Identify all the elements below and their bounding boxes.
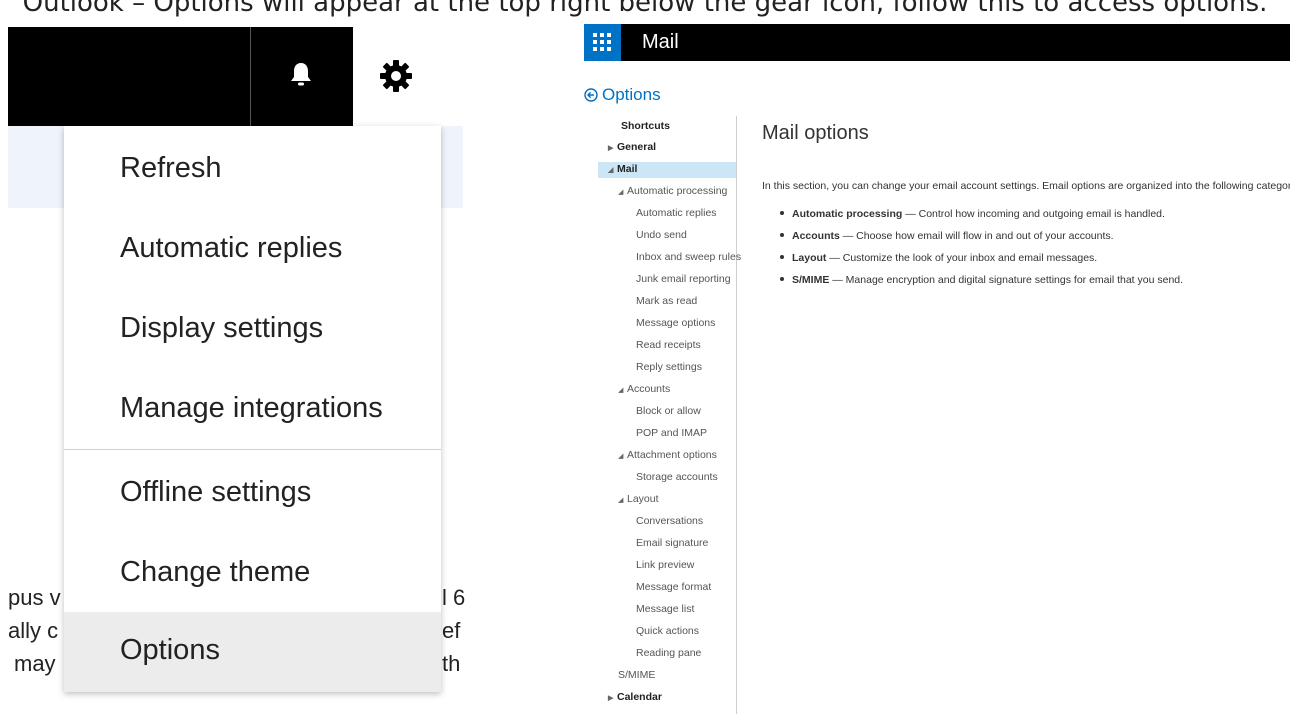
nav-item-junk-email-reporting[interactable]: Junk email reporting xyxy=(636,272,731,286)
menu-item-label: Automatic replies xyxy=(120,232,343,264)
nav-item-quick-actions[interactable]: Quick actions xyxy=(636,624,699,638)
nav-item-read-receipts[interactable]: Read receipts xyxy=(636,338,701,352)
settings-menu-panel: pus v ally c may l 6 ef th Refresh Autom… xyxy=(0,0,470,714)
menu-item-label: Manage integrations xyxy=(120,392,383,424)
menu-item-manage-integrations[interactable]: Manage integrations xyxy=(64,370,441,450)
menu-item-label: Display settings xyxy=(120,312,324,344)
menu-item-label: Offline settings xyxy=(120,476,312,508)
collapse-arrow-icon: ◢ xyxy=(618,453,624,460)
page-title: Mail options xyxy=(762,122,869,144)
intro-text: In this section, you can change your ema… xyxy=(762,180,1290,192)
nav-item-reply-settings[interactable]: Reply settings xyxy=(636,360,702,374)
nav-item-smime[interactable]: S/MIME xyxy=(618,668,655,682)
menu-item-label: Refresh xyxy=(120,152,222,184)
category-bullet: Automatic processing — Control how incom… xyxy=(780,208,1165,220)
nav-item-email-signature[interactable]: Email signature xyxy=(636,536,708,550)
category-bullet: Accounts — Choose how email will flow in… xyxy=(780,230,1114,242)
menu-item-automatic-replies[interactable]: Automatic replies xyxy=(64,210,441,290)
collapse-arrow-icon: ◢ xyxy=(618,387,624,394)
nav-item-message-options[interactable]: Message options xyxy=(636,316,715,330)
nav-item-pop-imap[interactable]: POP and IMAP xyxy=(636,426,707,440)
collapse-arrow-icon: ◢ xyxy=(618,189,624,196)
back-arrow-icon xyxy=(584,87,598,107)
background-text: pus v xyxy=(8,585,61,610)
nav-item-general[interactable]: ▶ General xyxy=(608,140,656,156)
menu-divider xyxy=(64,449,441,450)
mail-options-panel: Mail Options Shortcuts ▶ General ◢ Mail ◢ A… xyxy=(572,0,1290,714)
nav-item-storage-accounts[interactable]: Storage accounts xyxy=(636,470,718,484)
nav-item-inbox-sweep-rules[interactable]: Inbox and sweep rules xyxy=(636,250,741,264)
app-header: Mail xyxy=(584,24,1290,61)
nav-item-accounts[interactable]: ◢ Accounts xyxy=(618,382,670,398)
top-bar-divider xyxy=(250,27,251,126)
nav-item-attachment-options[interactable]: ◢ Attachment options xyxy=(618,448,717,464)
category-bullet: Layout — Customize the look of your inbo… xyxy=(780,252,1097,264)
menu-item-label: Options xyxy=(120,634,220,666)
collapse-arrow-icon: ◢ xyxy=(618,497,624,504)
menu-item-display-settings[interactable]: Display settings xyxy=(64,290,441,370)
menu-item-refresh[interactable]: Refresh xyxy=(64,130,441,210)
nav-item-automatic-processing[interactable]: ◢ Automatic processing xyxy=(618,184,727,200)
settings-dropdown-menu: Refresh Automatic replies Display settin… xyxy=(64,126,441,692)
menu-item-options[interactable]: Options xyxy=(64,612,441,692)
expand-arrow-icon: ▶ xyxy=(608,145,614,152)
app-title: Mail xyxy=(642,31,679,53)
background-text: ally c xyxy=(8,618,59,643)
options-navigation: Shortcuts ▶ General ◢ Mail ◢ Automatic proc… xyxy=(584,116,741,714)
background-text: l 6 xyxy=(442,585,466,610)
nav-item-conversations[interactable]: Conversations xyxy=(636,514,703,528)
nav-item-automatic-replies[interactable]: Automatic replies xyxy=(636,206,717,220)
top-bar xyxy=(8,27,441,126)
nav-item-mark-as-read[interactable]: Mark as read xyxy=(636,294,697,308)
nav-item-calendar[interactable]: ▶ Calendar xyxy=(608,690,662,706)
gear-icon xyxy=(380,60,412,92)
category-bullet: S/MIME — Manage encryption and digital s… xyxy=(780,274,1183,286)
nav-item-layout[interactable]: ◢ Layout xyxy=(618,492,659,508)
collapse-arrow-icon: ◢ xyxy=(608,167,614,174)
nav-item-block-or-allow[interactable]: Block or allow xyxy=(636,404,701,418)
nav-item-mail[interactable]: ◢ Mail xyxy=(598,162,736,178)
menu-item-label: Change theme xyxy=(120,556,311,588)
settings-gear-button[interactable] xyxy=(353,27,441,126)
nav-item-message-format[interactable]: Message format xyxy=(636,580,711,594)
background-text: ef xyxy=(442,618,461,643)
background-text: th xyxy=(442,651,461,676)
back-to-options-link[interactable]: Options xyxy=(584,85,661,107)
nav-item-message-list[interactable]: Message list xyxy=(636,602,694,616)
expand-arrow-icon: ▶ xyxy=(608,695,614,702)
nav-item-link-preview[interactable]: Link preview xyxy=(636,558,694,572)
menu-item-offline-settings[interactable]: Offline settings xyxy=(64,454,441,534)
bell-icon[interactable] xyxy=(286,60,316,90)
nav-item-reading-pane[interactable]: Reading pane xyxy=(636,646,701,660)
nav-item-undo-send[interactable]: Undo send xyxy=(636,228,687,242)
app-launcher-icon[interactable] xyxy=(584,24,621,61)
menu-item-change-theme[interactable]: Change theme xyxy=(64,534,441,614)
nav-item-shortcuts[interactable]: Shortcuts xyxy=(621,119,670,133)
back-link-label: Options xyxy=(602,85,661,104)
background-text: may xyxy=(14,651,56,676)
